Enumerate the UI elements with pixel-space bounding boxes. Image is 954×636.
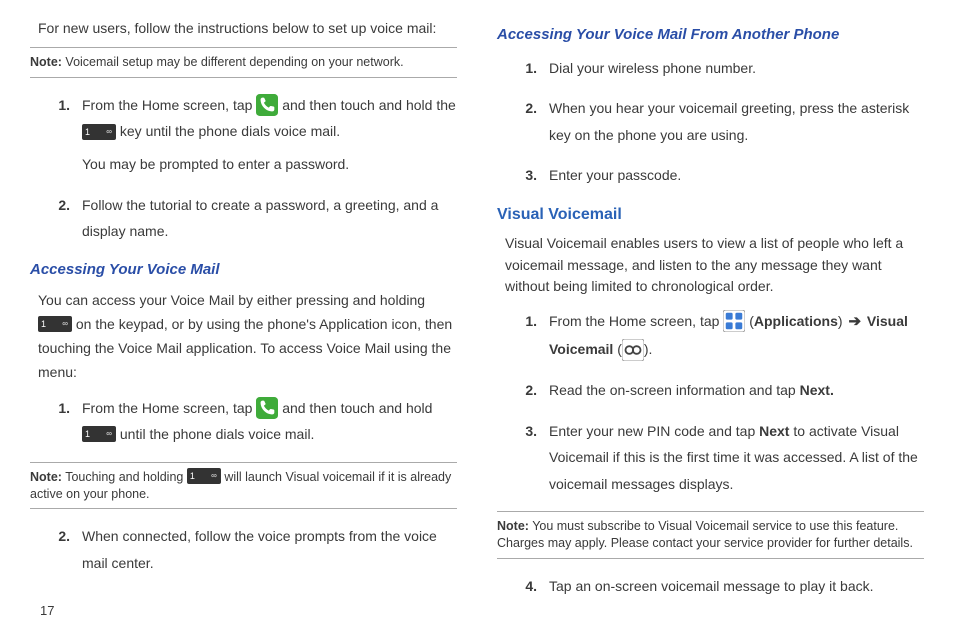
access-steps: 1. From the Home screen, tap and then to…: [30, 395, 457, 448]
access-steps-2: 2. When connected, follow the voice prom…: [30, 523, 457, 576]
text-frag: ): [838, 313, 847, 329]
access-step-1: 1. From the Home screen, tap and then to…: [30, 395, 457, 448]
another-phone-steps: 1. Dial your wireless phone number. 2. W…: [497, 55, 924, 189]
step-body: From the Home screen, tap ( Applications)…: [549, 308, 924, 363]
text-frag: key until the phone dials voice mail.: [120, 123, 340, 139]
manual-page: For new users, follow the instructions b…: [0, 0, 954, 636]
note-visual-launch: Note: Touching and holding 1 will launch…: [30, 462, 457, 510]
step-number: 1.: [30, 92, 82, 119]
setup-step-1: 1. From the Home screen, tap and then to…: [30, 92, 457, 178]
step-number: 4.: [497, 573, 549, 600]
vv-steps: 1. From the Home screen, tap ( Applicatio…: [497, 308, 924, 497]
right-column: Accessing Your Voice Mail From Another P…: [497, 18, 924, 626]
step-body: When you hear your voicemail greeting, p…: [549, 95, 924, 148]
text-frag: and then touch and hold the: [282, 97, 456, 113]
another-step-3: 3. Enter your passcode.: [497, 162, 924, 189]
text-frag: on the keypad, or by using the phone's A…: [38, 316, 452, 380]
vv-step-2: 2. Read the on-screen information and ta…: [497, 377, 924, 404]
step-number: 1.: [30, 395, 82, 422]
step-number: 3.: [497, 162, 549, 189]
key-1-icon: 1: [82, 426, 116, 442]
intro-text: For new users, follow the instructions b…: [30, 18, 457, 39]
note-network: Note: Voicemail setup may be different d…: [30, 47, 457, 78]
access-step-2: 2. When connected, follow the voice prom…: [30, 523, 457, 576]
setup-step-2: 2. Follow the tutorial to create a passw…: [30, 192, 457, 245]
step-body: From the Home screen, tap and then touch…: [82, 92, 457, 178]
vv-step-3: 3. Enter your new PIN code and tap Next …: [497, 418, 924, 498]
apps-icon: [723, 310, 745, 332]
another-step-1: 1. Dial your wireless phone number.: [497, 55, 924, 82]
text-frag: You can access your Voice Mail by either…: [38, 292, 425, 308]
next-label: Next: [759, 423, 789, 439]
access-paragraph: You can access your Voice Mail by either…: [30, 289, 457, 384]
next-label: Next.: [800, 382, 834, 398]
another-step-2: 2. When you hear your voicemail greeting…: [497, 95, 924, 148]
text-frag: From the Home screen, tap: [82, 97, 256, 113]
note-subscribe: Note: You must subscribe to Visual Voice…: [497, 511, 924, 559]
text-frag: Enter your new PIN code and tap: [549, 423, 759, 439]
text-frag: Read the on-screen information and tap: [549, 382, 800, 398]
text-frag: ).: [644, 341, 653, 357]
arrow-icon: ➔: [848, 313, 861, 330]
text-frag: until the phone dials voice mail.: [120, 426, 315, 442]
step-body: Enter your new PIN code and tap Next to …: [549, 418, 924, 498]
applications-label: Applications: [754, 313, 838, 329]
heading-accessing-voicemail: Accessing Your Voice Mail: [30, 259, 457, 282]
step-number: 1.: [497, 55, 549, 82]
left-column: For new users, follow the instructions b…: [30, 18, 457, 626]
note-label: Note:: [30, 470, 62, 484]
step-number: 2.: [497, 377, 549, 404]
vv-step-4: 4. Tap an on-screen voicemail message to…: [497, 573, 924, 600]
step-number: 2.: [30, 523, 82, 550]
text-frag: and then touch and hold: [282, 400, 432, 416]
step-body: Read the on-screen information and tap N…: [549, 377, 924, 404]
vv-steps-4: 4. Tap an on-screen voicemail message to…: [497, 573, 924, 600]
step-body: Dial your wireless phone number.: [549, 55, 924, 82]
key-1-icon: 1: [38, 316, 72, 332]
setup-steps: 1. From the Home screen, tap and then to…: [30, 92, 457, 245]
step-number: 1.: [497, 308, 549, 335]
voicemail-icon: [622, 339, 644, 361]
phone-icon: [256, 94, 278, 116]
vv-paragraph: Visual Voicemail enables users to view a…: [497, 233, 924, 298]
step-body: When connected, follow the voice prompts…: [82, 523, 457, 576]
note-text: Voicemail setup may be different dependi…: [62, 55, 404, 69]
step-number: 3.: [497, 418, 549, 445]
step-body: Tap an on-screen voicemail message to pl…: [549, 573, 924, 600]
heading-visual-voicemail: Visual Voicemail: [497, 203, 924, 227]
note-label: Note:: [30, 55, 62, 69]
step-body: Follow the tutorial to create a password…: [82, 192, 457, 245]
key-1-icon: 1: [187, 468, 221, 484]
text-frag: (: [613, 341, 622, 357]
phone-icon: [256, 397, 278, 419]
step-number: 2.: [30, 192, 82, 219]
heading-another-phone: Accessing Your Voice Mail From Another P…: [497, 24, 924, 47]
note-label: Note:: [497, 519, 529, 533]
text-frag: From the Home screen, tap: [82, 400, 256, 416]
note-text: You must subscribe to Visual Voicemail s…: [497, 519, 913, 550]
vv-step-1: 1. From the Home screen, tap ( Applicatio…: [497, 308, 924, 363]
step-body: From the Home screen, tap and then touch…: [82, 395, 457, 448]
note-text: Touching and holding: [62, 470, 187, 484]
text-frag: From the Home screen, tap: [549, 313, 723, 329]
page-number: 17: [40, 601, 54, 621]
step-number: 2.: [497, 95, 549, 122]
step-subtext: You may be prompted to enter a password.: [82, 151, 457, 178]
step-body: Enter your passcode.: [549, 162, 924, 189]
key-1-icon: 1: [82, 124, 116, 140]
